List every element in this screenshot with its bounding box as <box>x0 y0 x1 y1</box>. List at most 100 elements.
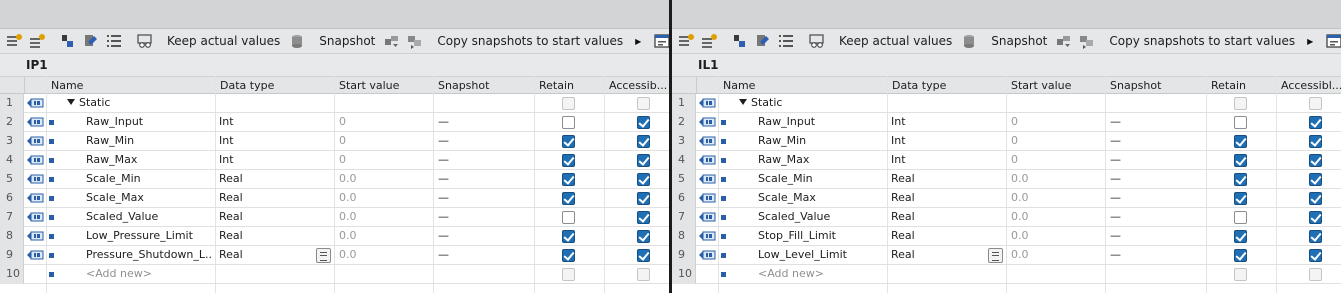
column-header-snapshot[interactable]: Snapshot <box>1105 77 1206 94</box>
retain-checkbox[interactable] <box>562 192 575 205</box>
accessible-checkbox[interactable] <box>637 192 650 205</box>
data-type-cell[interactable]: Real <box>219 170 309 188</box>
accessible-checkbox[interactable] <box>637 97 650 110</box>
data-type-cell[interactable] <box>219 265 309 283</box>
start-value-cell[interactable]: 0.0 <box>1011 208 1101 226</box>
accessible-checkbox[interactable] <box>1309 230 1322 243</box>
row-number[interactable]: 8 <box>0 227 24 246</box>
row-number[interactable]: 7 <box>0 208 24 227</box>
row-number[interactable]: 8 <box>672 227 696 246</box>
retain-checkbox[interactable] <box>562 116 575 129</box>
row-number[interactable]: 3 <box>0 132 24 151</box>
data-type-cell[interactable]: Real <box>219 246 309 264</box>
row-number[interactable]: 10 <box>672 265 696 284</box>
accessible-checkbox[interactable] <box>1309 116 1322 129</box>
data-type-cell[interactable]: Real <box>891 189 981 207</box>
variable-name[interactable]: Raw_Input <box>86 113 211 131</box>
variable-name[interactable]: Scaled_Value <box>86 208 211 226</box>
window-icon[interactable] <box>1325 32 1341 50</box>
row-number[interactable]: 9 <box>0 246 24 265</box>
variable-name[interactable]: Scale_Max <box>86 189 211 207</box>
start-value-cell[interactable]: 0.0 <box>339 189 429 207</box>
variable-name[interactable]: Raw_Max <box>86 151 211 169</box>
collapse-triangle-icon[interactable] <box>739 99 747 105</box>
more-arrow-icon[interactable]: ▶ <box>1307 37 1313 46</box>
table-row[interactable]: 9 Pressure_Shutdown_L... Real 0.0 — <box>0 246 669 265</box>
table-row[interactable]: 6 Scale_Max Real 0.0 — <box>672 189 1341 208</box>
column-header-name[interactable]: Name <box>46 77 215 94</box>
table-row[interactable]: 4 Raw_Max Int 0 — <box>672 151 1341 170</box>
row-number[interactable]: 3 <box>672 132 696 151</box>
copy-snapshots-button[interactable]: Copy snapshots to start values <box>1109 34 1295 48</box>
database-icon[interactable] <box>960 32 978 50</box>
start-value-cell[interactable]: 0.0 <box>1011 227 1101 245</box>
table-row[interactable]: 9 Low_Level_Limit Real 0.0 — <box>672 246 1341 265</box>
column-header-retain[interactable]: Retain <box>534 77 604 94</box>
retain-checkbox[interactable] <box>1234 192 1247 205</box>
accessible-checkbox[interactable] <box>637 173 650 186</box>
variable-name[interactable]: Pressure_Shutdown_L... <box>86 246 211 264</box>
copy-snapshot-icon[interactable] <box>1078 32 1096 50</box>
table-row[interactable]: 1 Static <box>672 94 1341 113</box>
accessible-checkbox[interactable] <box>1309 192 1322 205</box>
data-type-cell[interactable]: Int <box>891 132 981 150</box>
variable-name[interactable]: Scaled_Value <box>758 208 883 226</box>
retain-checkbox[interactable] <box>562 249 575 262</box>
column-header-data-type[interactable]: Data type <box>887 77 1006 94</box>
snapshot-button[interactable]: Snapshot <box>991 34 1047 48</box>
table-row[interactable]: 8 Low_Pressure_Limit Real 0.0 — <box>0 227 669 246</box>
start-value-cell[interactable]: 0.0 <box>339 208 429 226</box>
section-name[interactable]: Static <box>79 94 209 112</box>
window-icon[interactable] <box>653 32 669 50</box>
add-new-row[interactable]: 10 <Add new> <box>672 265 1341 284</box>
insert-row-icon[interactable] <box>5 32 23 50</box>
row-number[interactable]: 4 <box>0 151 24 170</box>
data-type-cell[interactable]: Real <box>891 208 981 226</box>
add-new-label[interactable]: <Add new> <box>86 265 211 283</box>
row-number[interactable]: 6 <box>672 189 696 208</box>
accessible-checkbox[interactable] <box>637 230 650 243</box>
data-type-cell[interactable]: Real <box>219 208 309 226</box>
start-value-cell[interactable]: 0 <box>1011 151 1101 169</box>
keep-actual-values-button[interactable]: Keep actual values <box>839 34 952 48</box>
row-number[interactable]: 5 <box>672 170 696 189</box>
retain-checkbox[interactable] <box>1234 268 1247 281</box>
start-value-cell[interactable]: 0 <box>1011 113 1101 131</box>
monitor-glasses-icon[interactable] <box>136 32 154 50</box>
row-number[interactable]: 10 <box>0 265 24 284</box>
row-number[interactable]: 4 <box>672 151 696 170</box>
accessible-checkbox[interactable] <box>637 116 650 129</box>
row-number[interactable]: 9 <box>672 246 696 265</box>
expand-icon[interactable] <box>59 32 77 50</box>
start-value-cell[interactable]: 0.0 <box>339 246 429 264</box>
data-type-cell[interactable]: Real <box>219 227 309 245</box>
collapse-icon[interactable] <box>82 32 100 50</box>
column-header-start-value[interactable]: Start value <box>334 77 433 94</box>
start-value-cell[interactable]: 0 <box>339 132 429 150</box>
expand-icon[interactable] <box>731 32 749 50</box>
retain-checkbox[interactable] <box>562 268 575 281</box>
accessible-checkbox[interactable] <box>1309 211 1322 224</box>
table-row[interactable]: 5 Scale_Min Real 0.0 — <box>0 170 669 189</box>
copy-snapshots-button[interactable]: Copy snapshots to start values <box>437 34 623 48</box>
data-type-cell[interactable]: Real <box>891 227 981 245</box>
row-number[interactable]: 1 <box>0 94 24 113</box>
row-number[interactable]: 7 <box>672 208 696 227</box>
data-type-cell[interactable]: Int <box>219 132 309 150</box>
variable-name[interactable]: Low_Level_Limit <box>758 246 883 264</box>
snapshot-button[interactable]: Snapshot <box>319 34 375 48</box>
data-type-cell[interactable]: Int <box>219 151 309 169</box>
data-type-cell[interactable] <box>891 265 981 283</box>
accessible-checkbox[interactable] <box>637 268 650 281</box>
retain-checkbox[interactable] <box>562 154 575 167</box>
accessible-checkbox[interactable] <box>1309 249 1322 262</box>
accessible-checkbox[interactable] <box>1309 154 1322 167</box>
table-row[interactable]: 6 Scale_Max Real 0.0 — <box>0 189 669 208</box>
retain-checkbox[interactable] <box>1234 116 1247 129</box>
variable-name[interactable]: Scale_Min <box>758 170 883 188</box>
retain-checkbox[interactable] <box>1234 97 1247 110</box>
start-value-cell[interactable]: 0.0 <box>1011 189 1101 207</box>
accessible-checkbox[interactable] <box>1309 97 1322 110</box>
retain-checkbox[interactable] <box>1234 249 1247 262</box>
variable-name[interactable]: Low_Pressure_Limit <box>86 227 211 245</box>
